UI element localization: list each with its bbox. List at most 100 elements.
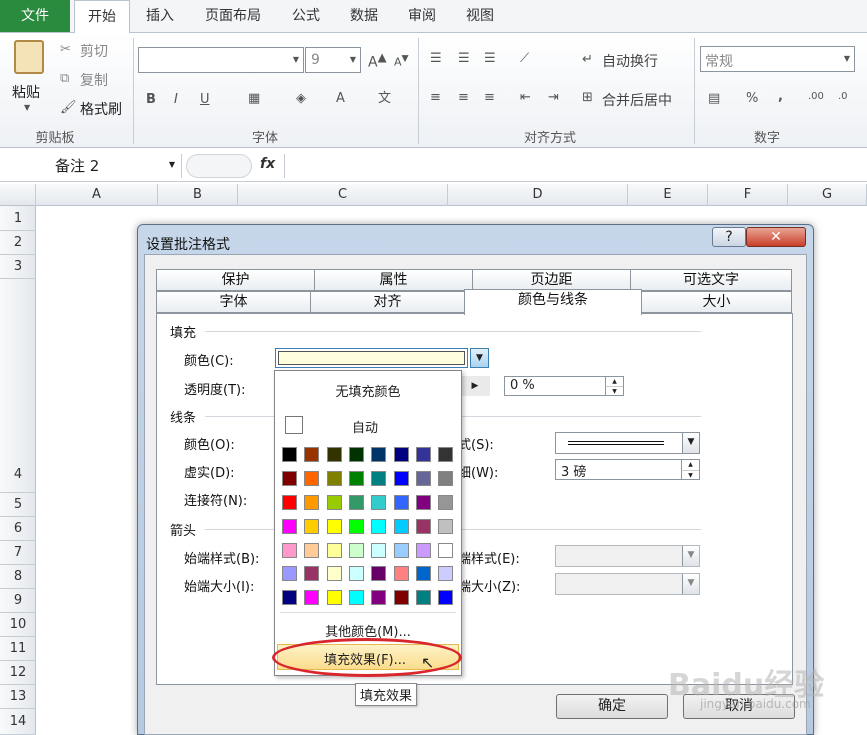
- column-header[interactable]: B: [158, 184, 238, 206]
- line-weight-input[interactable]: 3 磅 ▲ ▼: [555, 459, 700, 480]
- color-swatch[interactable]: [393, 471, 409, 486]
- row-header[interactable]: 12: [0, 661, 36, 685]
- color-swatch[interactable]: [438, 590, 454, 605]
- color-swatch[interactable]: [438, 495, 454, 510]
- column-header[interactable]: E: [628, 184, 708, 206]
- color-swatch[interactable]: [371, 566, 387, 581]
- row-header[interactable]: 1: [0, 207, 36, 231]
- phonetic-icon[interactable]: 文: [378, 92, 391, 105]
- color-swatch[interactable]: [393, 543, 409, 558]
- tab-alignment[interactable]: 对齐: [310, 291, 465, 313]
- color-swatch[interactable]: [415, 447, 431, 462]
- increase-indent-icon[interactable]: ⇥: [548, 91, 559, 104]
- color-swatch[interactable]: [438, 471, 454, 486]
- column-header[interactable]: C: [238, 184, 448, 206]
- paste-button[interactable]: 粘贴: [12, 82, 40, 102]
- font-color-icon[interactable]: A: [336, 92, 345, 105]
- color-swatch[interactable]: [393, 566, 409, 581]
- wrap-text-icon[interactable]: ↵: [582, 53, 593, 66]
- end-style-combo[interactable]: ▼: [555, 545, 700, 567]
- color-swatch[interactable]: [326, 447, 342, 462]
- tab-home[interactable]: 开始: [74, 0, 130, 34]
- color-swatch[interactable]: [348, 495, 364, 510]
- row-header[interactable]: 4: [0, 279, 36, 493]
- auto-swatch[interactable]: [285, 416, 303, 434]
- tab-view[interactable]: 视图: [456, 0, 504, 32]
- spin-up-icon[interactable]: ▲: [605, 377, 623, 386]
- close-button[interactable]: ✕: [746, 227, 806, 247]
- column-header[interactable]: D: [448, 184, 628, 206]
- color-swatch[interactable]: [326, 590, 342, 605]
- row-header[interactable]: 11: [0, 637, 36, 661]
- color-swatch[interactable]: [415, 590, 431, 605]
- row-header[interactable]: 7: [0, 541, 36, 565]
- color-swatch[interactable]: [348, 590, 364, 605]
- color-swatch[interactable]: [371, 471, 387, 486]
- color-swatch[interactable]: [348, 471, 364, 486]
- color-swatch[interactable]: [304, 543, 320, 558]
- row-header[interactable]: 13: [0, 685, 36, 709]
- color-swatch[interactable]: [304, 590, 320, 605]
- tab-insert[interactable]: 插入: [134, 0, 186, 32]
- tab-data[interactable]: 数据: [340, 0, 388, 32]
- color-swatch[interactable]: [393, 495, 409, 510]
- transparency-input[interactable]: 0 % ▲ ▼: [504, 376, 624, 396]
- color-swatch[interactable]: [438, 519, 454, 534]
- bold-icon[interactable]: B: [146, 93, 156, 106]
- color-swatch[interactable]: [326, 471, 342, 486]
- color-swatch[interactable]: [282, 543, 297, 558]
- italic-icon[interactable]: I: [174, 93, 178, 106]
- color-swatch[interactable]: [304, 471, 320, 486]
- fx-icon[interactable]: fx: [260, 157, 275, 171]
- color-swatch[interactable]: [438, 447, 454, 462]
- formula-input[interactable]: [284, 154, 867, 178]
- fill-color-combo[interactable]: [275, 348, 468, 368]
- transparency-slider-end[interactable]: ▶: [460, 376, 490, 396]
- select-all-corner[interactable]: [0, 184, 36, 206]
- color-swatch[interactable]: [304, 566, 320, 581]
- number-format-combo[interactable]: 常规 ▼: [700, 46, 855, 72]
- spin-down-icon[interactable]: ▼: [681, 470, 699, 479]
- tab-size[interactable]: 大小: [641, 291, 792, 313]
- grow-font-icon[interactable]: A▲: [368, 51, 387, 70]
- tab-page-layout[interactable]: 页面布局: [194, 0, 272, 32]
- paste-icon[interactable]: [14, 40, 44, 74]
- row-header[interactable]: 8: [0, 565, 36, 589]
- shrink-font-icon[interactable]: A▼: [394, 54, 409, 68]
- color-swatch[interactable]: [282, 590, 297, 605]
- row-header[interactable]: 3: [0, 255, 36, 279]
- color-swatch[interactable]: [348, 566, 364, 581]
- underline-icon[interactable]: U: [200, 93, 210, 106]
- end-size-combo[interactable]: ▼: [555, 573, 700, 595]
- color-swatch[interactable]: [415, 543, 431, 558]
- row-header[interactable]: 5: [0, 493, 36, 517]
- color-swatch[interactable]: [393, 590, 409, 605]
- color-swatch[interactable]: [282, 495, 297, 510]
- color-swatch[interactable]: [371, 447, 387, 462]
- color-swatch[interactable]: [304, 495, 320, 510]
- color-swatch[interactable]: [415, 519, 431, 534]
- color-swatch[interactable]: [282, 471, 297, 486]
- orientation-icon[interactable]: ⟋: [520, 52, 529, 65]
- merge-center-button[interactable]: 合并后居中: [602, 90, 672, 110]
- fill-color-dropdown-button[interactable]: ▼: [470, 348, 489, 368]
- align-top-icon[interactable]: ☰: [430, 52, 442, 65]
- row-header[interactable]: 9: [0, 589, 36, 613]
- decrease-indent-icon[interactable]: ⇤: [520, 91, 531, 104]
- column-header[interactable]: F: [708, 184, 788, 206]
- font-name-combo[interactable]: ▼: [138, 47, 304, 73]
- line-style-combo[interactable]: ▼: [555, 432, 700, 454]
- align-middle-icon[interactable]: ☰: [458, 52, 470, 65]
- paste-dropdown-icon[interactable]: ▼: [24, 104, 30, 112]
- font-size-combo[interactable]: 9 ▼: [305, 47, 361, 73]
- tab-colors-lines[interactable]: 颜色与线条: [464, 289, 642, 315]
- color-swatch[interactable]: [415, 566, 431, 581]
- row-header[interactable]: 10: [0, 613, 36, 637]
- row-header[interactable]: 14: [0, 709, 36, 735]
- color-swatch[interactable]: [282, 519, 297, 534]
- auto-option[interactable]: 自动: [352, 417, 378, 436]
- align-right-icon[interactable]: ≡: [484, 91, 495, 104]
- color-swatch[interactable]: [371, 590, 387, 605]
- color-swatch[interactable]: [438, 543, 454, 558]
- color-swatch[interactable]: [282, 566, 297, 581]
